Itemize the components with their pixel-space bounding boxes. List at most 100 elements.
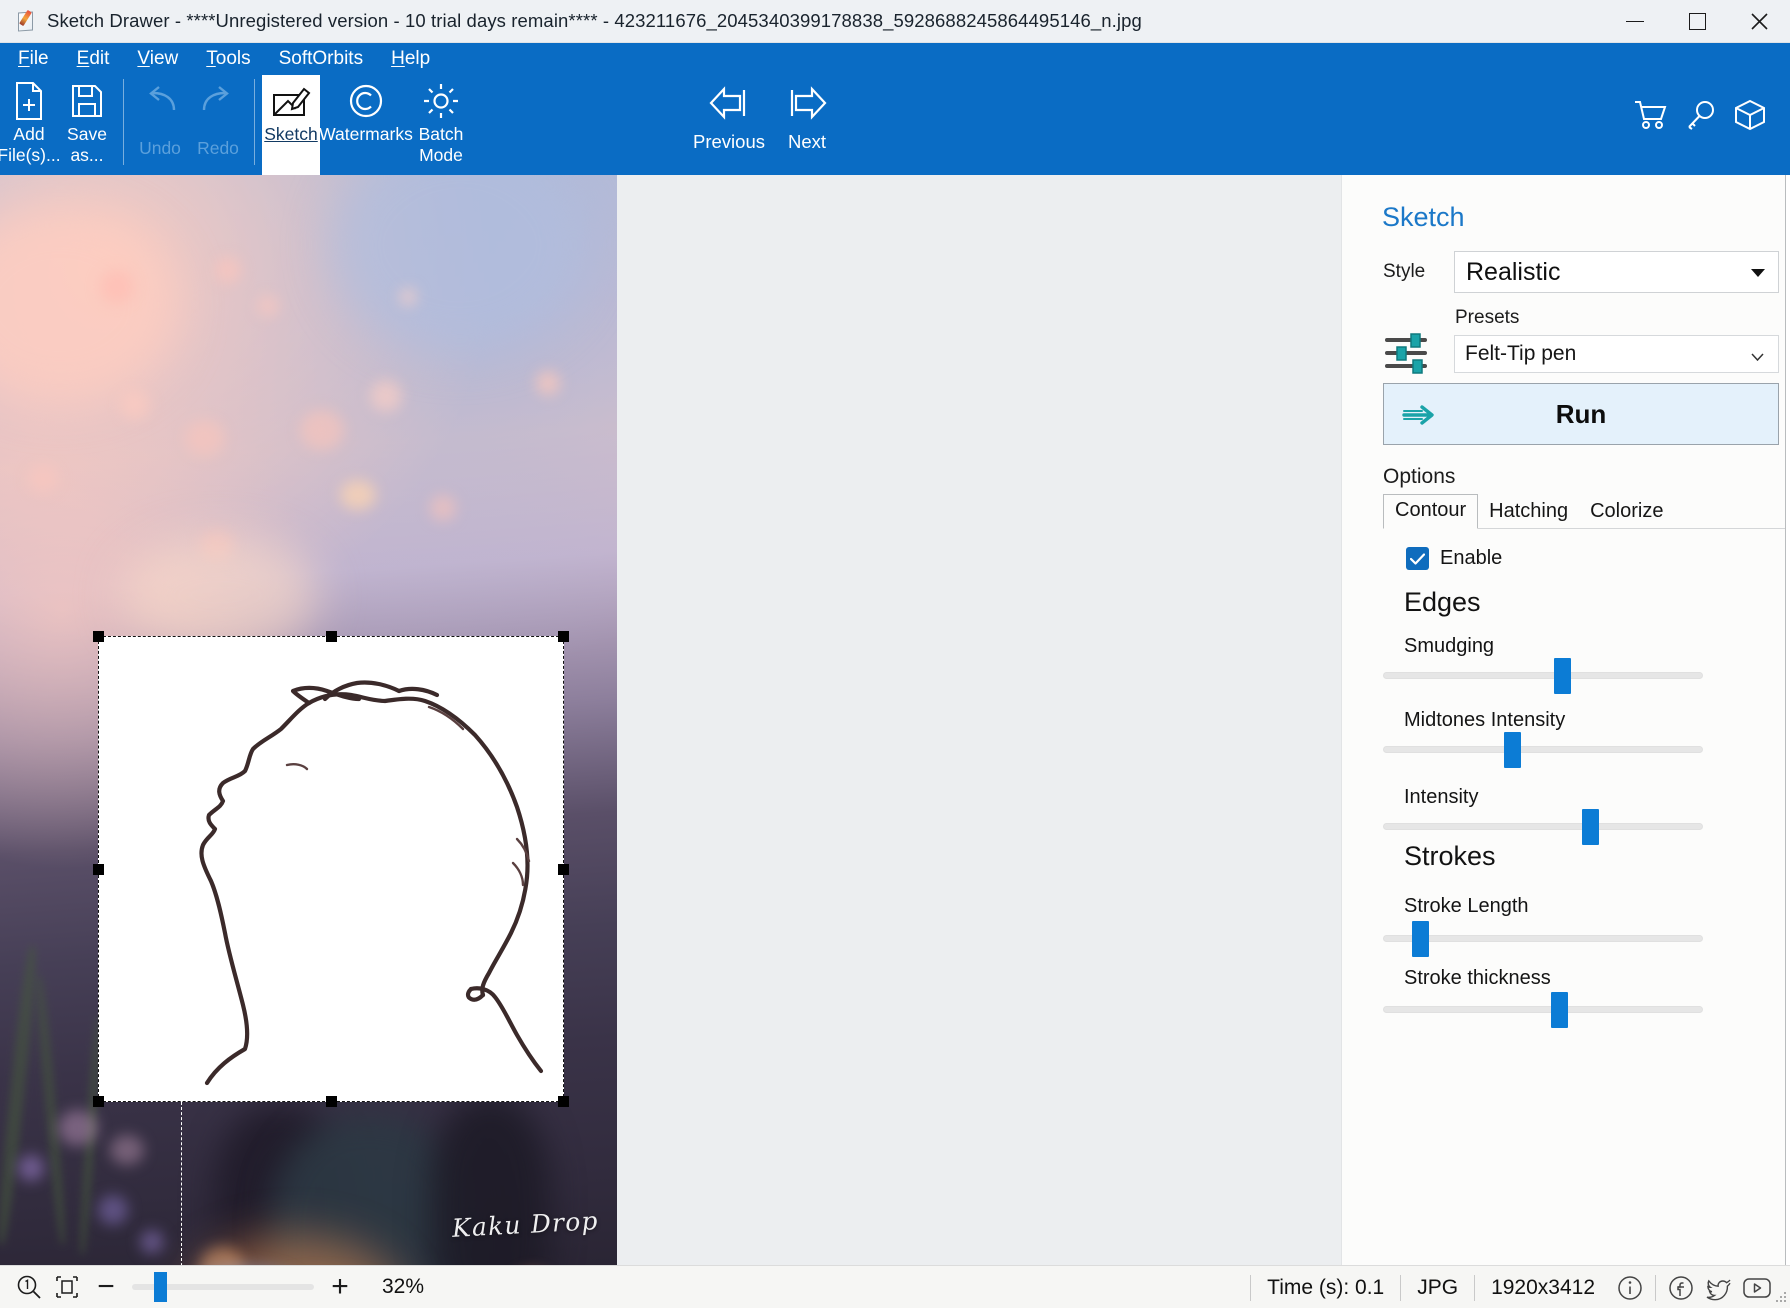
slider-thumb[interactable] [1551,992,1568,1028]
selection-handle-top-right[interactable] [558,631,569,642]
undo-button[interactable]: Undo [131,75,189,175]
slider-label-midtones-intensity: Midtones Intensity [1404,709,1566,731]
slider-smudging[interactable] [1383,658,1743,694]
selection-edge-guide [181,1102,183,1265]
presets-dropdown[interactable]: Felt-Tip pen [1454,335,1779,373]
zoom-out-button[interactable]: − [86,1268,126,1306]
arrow-right-icon [785,75,829,131]
panel-title: Sketch [1382,202,1465,232]
slider-midtones-intensity[interactable] [1383,732,1743,768]
selection-handle-top-left[interactable] [93,631,104,642]
presets-value: Felt-Tip pen [1465,342,1577,365]
zoom-controls: − + 32% [0,1268,424,1306]
batch-line2: Mode [419,145,463,165]
run-arrow-icon [1402,403,1442,432]
enable-checkbox[interactable] [1406,547,1429,570]
menu-view[interactable]: View [123,43,192,75]
slider-thumb[interactable] [1582,809,1599,845]
batch-mode-button[interactable]: Batch Mode [412,75,470,175]
sketch-options-panel: Sketch Style Realistic Presets Felt-Tip … [1342,175,1786,1265]
canvas-work-area[interactable]: Kaku Drop [0,175,1320,1265]
tab-contour[interactable]: Contour [1383,494,1479,529]
zoom-percent: 32% [382,1275,425,1298]
slider-track[interactable] [1383,823,1703,830]
save-icon [71,78,103,124]
minimize-button[interactable] [1604,0,1666,43]
twitter-icon[interactable] [1700,1269,1738,1307]
info-icon[interactable] [1611,1269,1649,1307]
enable-row[interactable]: Enable [1406,547,1502,570]
next-button[interactable]: Next [768,75,846,175]
next-label: Next [787,131,827,152]
redo-button[interactable]: Redo [189,75,247,175]
window-title: Sketch Drawer - ****Unregistered version… [47,10,1142,31]
sketch-button[interactable]: Sketch [262,75,320,175]
sketch-drawer-window: Sketch Drawer - ****Unregistered version… [0,0,1790,1308]
fit-to-window-icon[interactable] [48,1268,86,1306]
zoom-in-button[interactable]: + [320,1268,360,1306]
slider-track[interactable] [1383,1006,1703,1013]
style-row: Style Realistic [1342,251,1785,295]
section-heading-strokes: Strokes [1404,841,1496,871]
ribbon-right-icons [1634,99,1766,136]
menu-softorbits[interactable]: SoftOrbits [265,43,377,75]
save-as-line2: as... [70,145,104,165]
slider-stroke-length[interactable] [1383,921,1743,957]
slider-thumb[interactable] [1504,732,1521,768]
run-button[interactable]: Run [1383,383,1779,445]
close-button[interactable] [1728,0,1790,43]
tab-colorize[interactable]: Colorize [1579,496,1674,529]
selection-handle-middle-left[interactable] [93,864,104,875]
style-label: Style [1383,261,1426,282]
copyright-icon [348,78,384,124]
tool-bar: Add File(s)... Save as... Undo Redo Sket… [0,75,470,175]
selection-handle-bottom-right[interactable] [558,1096,569,1107]
sketch-result-selection[interactable] [93,631,569,1107]
zoom-slider-thumb[interactable] [154,1272,167,1302]
menu-tools[interactable]: Tools [192,43,264,75]
slider-stroke-thickness[interactable] [1383,992,1743,1028]
sketch-label: Sketch [264,124,318,144]
menu-file[interactable]: FFileile [0,43,63,75]
style-dropdown[interactable]: Realistic [1454,251,1779,293]
watermarks-label: Watermarks [319,124,413,144]
window-controls [1604,0,1790,43]
image-dimensions: 1920x3412 [1474,1274,1611,1301]
zoom-slider[interactable] [132,1272,314,1302]
save-as-line1: Save [67,124,107,144]
sliders-icon [1383,331,1429,375]
presets-label: Presets [1455,307,1520,328]
enable-label: Enable [1440,547,1503,569]
previous-button[interactable]: Previous [690,75,768,175]
selection-handle-bottom-center[interactable] [326,1096,337,1107]
slider-thumb[interactable] [1554,658,1571,694]
zoom-actual-size-icon[interactable] [10,1268,48,1306]
add-files-button[interactable]: Add File(s)... [0,75,61,175]
slider-thumb[interactable] [1412,921,1429,957]
cart-icon[interactable] [1634,100,1668,135]
menu-edit[interactable]: Edit [63,43,124,75]
undo-icon [140,78,180,124]
key-icon[interactable] [1686,100,1716,135]
resize-grip[interactable] [1773,1291,1787,1305]
youtube-icon[interactable] [1738,1269,1776,1307]
slider-track[interactable] [1383,746,1703,753]
undo-label: Undo [139,138,181,158]
slider-label-smudging: Smudging [1404,635,1495,657]
watermarks-button[interactable]: Watermarks [319,75,413,175]
selection-handle-top-center[interactable] [326,631,337,642]
tab-hatching[interactable]: Hatching [1478,496,1579,529]
menu-help[interactable]: Help [377,43,444,75]
gear-icon [422,78,460,124]
toolbar-separator-2 [254,79,255,165]
style-value: Realistic [1466,257,1561,286]
box-icon[interactable] [1734,99,1766,136]
slider-track[interactable] [1383,672,1703,679]
slider-intensity[interactable] [1383,809,1743,845]
selection-handle-middle-right[interactable] [558,864,569,875]
save-as-button[interactable]: Save as... [58,75,116,175]
maximize-button[interactable] [1666,0,1728,43]
slider-track[interactable] [1383,935,1703,942]
facebook-icon[interactable] [1662,1269,1700,1307]
selection-handle-bottom-left[interactable] [93,1096,104,1107]
